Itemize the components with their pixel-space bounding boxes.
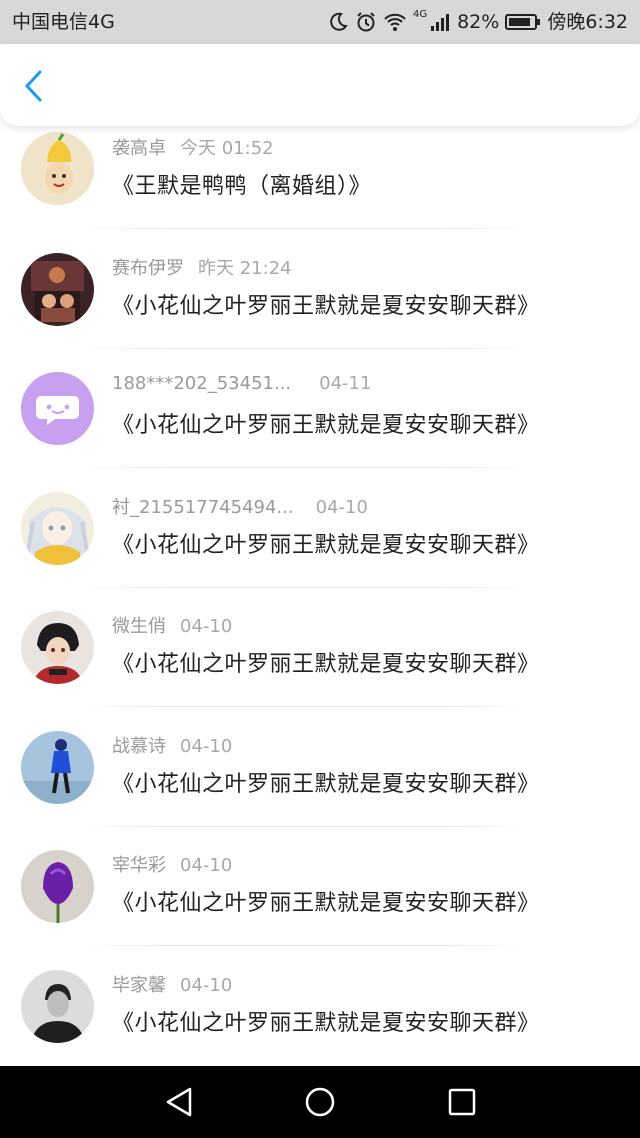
timestamp: 04-10: [180, 735, 233, 757]
sender-name: 微生俏: [112, 616, 166, 637]
sender-name: 宰华彩: [112, 855, 166, 876]
sender-name: 188***202_53451...: [112, 373, 292, 394]
blue-figure-avatar[interactable]: [21, 730, 94, 804]
nav-home-button[interactable]: [300, 1084, 340, 1120]
item-title: 《小花仙之叶罗丽王默就是夏安安聊天群》: [112, 1010, 540, 1036]
bw-portrait-avatar[interactable]: [21, 969, 94, 1043]
timestamp: 04-10: [315, 496, 368, 518]
list-item[interactable]: 袭高卓 今天 01:52 《王默是鸭鸭（离婚组）》: [0, 126, 640, 240]
sender-name: 袭高卓: [112, 138, 166, 159]
divider: [80, 945, 530, 946]
item-meta: 衬_215517745494... 04-10: [112, 493, 368, 519]
default-chat-avatar[interactable]: [21, 372, 94, 445]
cartoon-avatar[interactable]: [21, 132, 94, 205]
item-meta: 宰华彩 04-10: [112, 851, 232, 877]
item-meta: 微生俏 04-10: [112, 612, 232, 638]
carrier-label: 中国电信4G: [12, 11, 115, 33]
list-item[interactable]: 战慕诗 04-10 《小花仙之叶罗丽王默就是夏安安聊天群》: [0, 718, 640, 838]
item-title: 《小花仙之叶罗丽王默就是夏安安聊天群》: [112, 413, 540, 438]
wifi-icon: [384, 13, 406, 31]
status-bar: 中国电信4G 4G 82% 傍晚6:32: [0, 0, 640, 44]
divider: [80, 467, 530, 468]
battery-percent: 82%: [457, 11, 500, 33]
divider: [80, 228, 530, 229]
system-nav-bar: [0, 1066, 640, 1138]
item-title: 《小花仙之叶罗丽王默就是夏安安聊天群》: [112, 293, 540, 319]
network-badge: 4G: [412, 9, 428, 20]
timestamp: 04-10: [180, 974, 233, 996]
item-meta: 毕家馨 04-10: [112, 971, 232, 997]
home-circle-icon: [305, 1087, 335, 1117]
chat-list: 袭高卓 今天 01:52 《王默是鸭鸭（离婚组）》 赛布伊罗 昨天 21:24 《小…: [0, 126, 640, 1066]
back-triangle-icon: [166, 1087, 192, 1117]
sender-name: 赛布伊罗: [112, 257, 184, 279]
anime-boy-avatar[interactable]: [21, 611, 94, 684]
sender-name: 衬_215517745494...: [112, 496, 294, 518]
timestamp: 04-10: [180, 616, 233, 637]
timestamp: 今天 01:52: [180, 138, 274, 159]
moon-icon: [330, 12, 348, 31]
item-title: 《小花仙之叶罗丽王默就是夏安安聊天群》: [112, 891, 540, 916]
divider: [80, 586, 530, 588]
list-item[interactable]: 衬_215517745494... 04-10 《小花仙之叶罗丽王默就是夏安安聊天…: [0, 479, 640, 599]
sender-name: 毕家馨: [112, 974, 166, 996]
divider: [80, 825, 530, 827]
list-item[interactable]: 赛布伊罗 昨天 21:24 《小花仙之叶罗丽王默就是夏安安聊天群》: [0, 240, 640, 360]
item-title: 《小花仙之叶罗丽王默就是夏安安聊天群》: [112, 532, 540, 558]
list-item[interactable]: 宰华彩 04-10 《小花仙之叶罗丽王默就是夏安安聊天群》: [0, 837, 640, 957]
timestamp: 04-11: [319, 373, 372, 394]
timestamp: 04-10: [180, 855, 233, 876]
recents-square-icon: [448, 1088, 476, 1116]
item-meta: 赛布伊罗 昨天 21:24: [112, 254, 292, 280]
item-meta: 战慕诗 04-10: [112, 732, 232, 758]
chevron-left-icon: [25, 70, 42, 102]
anime-girl-avatar[interactable]: [21, 491, 94, 565]
battery-icon: [505, 14, 541, 30]
item-meta: 袭高卓 今天 01:52: [112, 134, 274, 160]
purple-flower-avatar[interactable]: [21, 850, 94, 923]
status-icons: 4G 82% 傍晚6:32: [327, 0, 628, 44]
list-item[interactable]: 毕家馨 04-10 《小花仙之叶罗丽王默就是夏安安聊天群》: [0, 957, 640, 1067]
nav-recents-button[interactable]: [442, 1084, 482, 1120]
top-bar: [0, 44, 640, 126]
timestamp: 昨天 21:24: [198, 257, 292, 279]
divider: [80, 706, 530, 707]
sender-name: 战慕诗: [112, 735, 166, 757]
item-title: 《小花仙之叶罗丽王默就是夏安安聊天群》: [112, 652, 540, 677]
divider: [80, 347, 530, 349]
item-title: 《王默是鸭鸭（离婚组）》: [112, 174, 372, 199]
nav-back-button[interactable]: [160, 1084, 200, 1120]
list-item[interactable]: 188***202_53451... 04-11 《小花仙之叶罗丽王默就是夏安安聊…: [0, 359, 640, 479]
item-title: 《小花仙之叶罗丽王默就是夏安安聊天群》: [112, 771, 540, 797]
dark-scene-avatar[interactable]: [21, 252, 94, 326]
back-button[interactable]: [14, 64, 54, 108]
alarm-icon: [357, 12, 375, 32]
signal-icon: [431, 14, 450, 31]
clock: 傍晚6:32: [547, 11, 628, 33]
list-item[interactable]: 微生俏 04-10 《小花仙之叶罗丽王默就是夏安安聊天群》: [0, 598, 640, 718]
item-meta: 188***202_53451... 04-11: [112, 373, 371, 394]
